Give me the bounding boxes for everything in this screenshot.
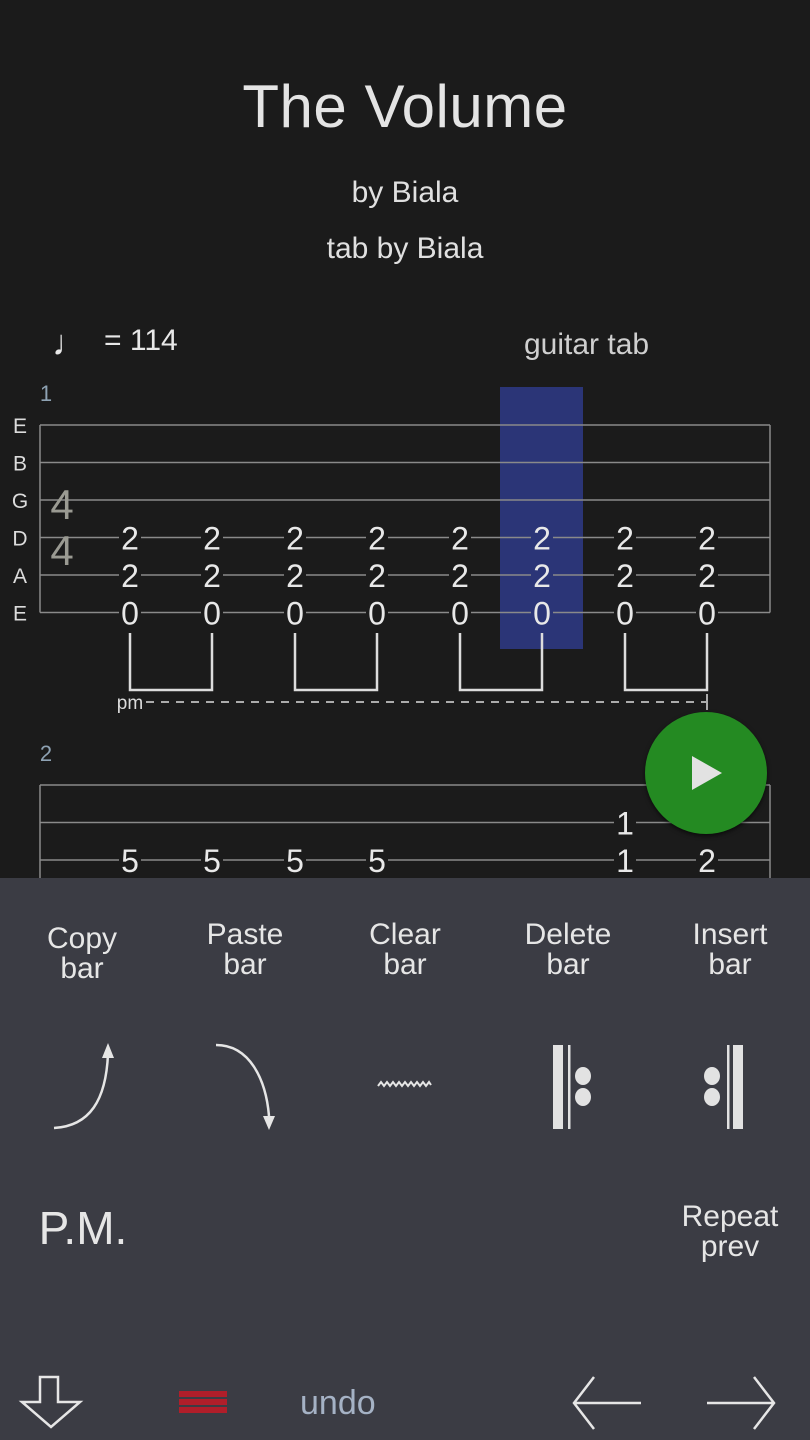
instrument-label: guitar tab — [524, 328, 650, 361]
copy-bar-label: Copy bar — [46, 922, 118, 985]
fret-number: 2 — [368, 521, 386, 557]
fret-number: 1 — [616, 806, 634, 842]
song-title: The Volume — [242, 73, 568, 140]
paste-bar-label: Paste bar — [206, 918, 284, 981]
insert-bar-button[interactable]: Insert bar — [670, 920, 790, 980]
fret-number: 0 — [451, 596, 469, 632]
fret-number: 2 — [286, 521, 304, 557]
insert-bar-label: Insert bar — [692, 918, 768, 981]
bar-number: 2 — [40, 741, 52, 766]
play-icon — [692, 756, 722, 790]
fret-number: 2 — [203, 558, 221, 594]
palm-mute-label: P.M. — [38, 1202, 128, 1254]
fret-number: 0 — [368, 596, 386, 632]
bend-button[interactable] — [40, 1030, 130, 1140]
tempo-value[interactable]: = 114 — [104, 324, 178, 358]
fret-number: 5 — [121, 843, 139, 878]
fret-number: 2 — [121, 521, 139, 557]
fret-number: 2 — [121, 558, 139, 594]
string-name-label: G — [12, 490, 28, 513]
fret-number: 2 — [451, 558, 469, 594]
release-button[interactable] — [200, 1030, 290, 1140]
string-name-label: A — [13, 565, 27, 588]
next-button[interactable] — [702, 1372, 782, 1434]
collapse-panel-button[interactable] — [18, 1372, 88, 1432]
menu-button[interactable] — [176, 1388, 230, 1418]
fret-number: 2 — [616, 558, 634, 594]
eighth-beam — [128, 633, 214, 692]
down-arrow-icon — [18, 1375, 84, 1429]
fret-number: 2 — [533, 521, 551, 557]
fret-number: 2 — [616, 521, 634, 557]
fret-number: 5 — [203, 843, 221, 878]
vibrato-button[interactable] — [360, 1060, 450, 1110]
eighth-beam — [623, 633, 709, 692]
repeat-end-button[interactable] — [695, 1040, 765, 1135]
fret-number: 0 — [121, 596, 139, 632]
fret-number: 2 — [203, 521, 221, 557]
clear-bar-button[interactable]: Clear bar — [345, 920, 465, 980]
repeat-start-button[interactable] — [540, 1040, 610, 1135]
delete-bar-label: Delete bar — [524, 918, 612, 981]
fret-number: 5 — [286, 843, 304, 878]
song-artist: by Biala — [351, 176, 459, 209]
fret-number: 2 — [286, 558, 304, 594]
play-button[interactable] — [645, 712, 767, 834]
string-name-label: E — [13, 603, 27, 626]
repeat-prev-button[interactable]: Repeat prev — [670, 1202, 790, 1262]
repeat-prev-label: Repeat prev — [681, 1200, 779, 1263]
string-name-label: D — [12, 528, 27, 551]
palm-mute-button[interactable]: P.M. — [28, 1205, 138, 1251]
fret-number: 0 — [533, 596, 551, 632]
vibrato-icon — [377, 1080, 432, 1088]
bend-up-icon — [53, 1043, 114, 1130]
menu-icon — [179, 1391, 227, 1413]
copy-bar-button[interactable]: Copy bar — [22, 924, 142, 984]
left-arrow-icon — [572, 1376, 641, 1430]
fret-number: 2 — [368, 558, 386, 594]
fret-number: 0 — [286, 596, 304, 632]
string-name-label: E — [13, 415, 27, 438]
fret-number: 2 — [533, 558, 551, 594]
fret-number: 2 — [698, 843, 716, 878]
clear-bar-label: Clear bar — [369, 918, 441, 981]
paste-bar-button[interactable]: Paste bar — [185, 920, 305, 980]
fret-number: 2 — [451, 521, 469, 557]
previous-button[interactable] — [566, 1372, 646, 1434]
tab-author: tab by Biala — [326, 232, 484, 265]
fret-number: 5 — [368, 843, 386, 878]
fret-number: 0 — [698, 596, 716, 632]
string-name-label: B — [13, 453, 27, 476]
bar-number: 1 — [40, 381, 52, 406]
repeat-start-icon — [553, 1045, 591, 1129]
fret-number: 1 — [616, 843, 634, 878]
fret-number: 2 — [698, 558, 716, 594]
quarter-note-icon: ♩ — [52, 322, 88, 363]
fret-number: 0 — [203, 596, 221, 632]
fret-number: 2 — [698, 521, 716, 557]
time-signature-top: 4 — [50, 481, 73, 528]
palm-mute-marker: pm — [117, 693, 143, 714]
eighth-beam — [293, 633, 379, 692]
fret-number: 0 — [616, 596, 634, 632]
delete-bar-button[interactable]: Delete bar — [508, 920, 628, 980]
release-down-icon — [215, 1043, 275, 1130]
time-signature-bottom: 4 — [50, 527, 73, 574]
right-arrow-icon — [707, 1376, 776, 1430]
repeat-end-icon — [704, 1045, 743, 1129]
undo-button[interactable]: undo — [300, 1384, 376, 1423]
